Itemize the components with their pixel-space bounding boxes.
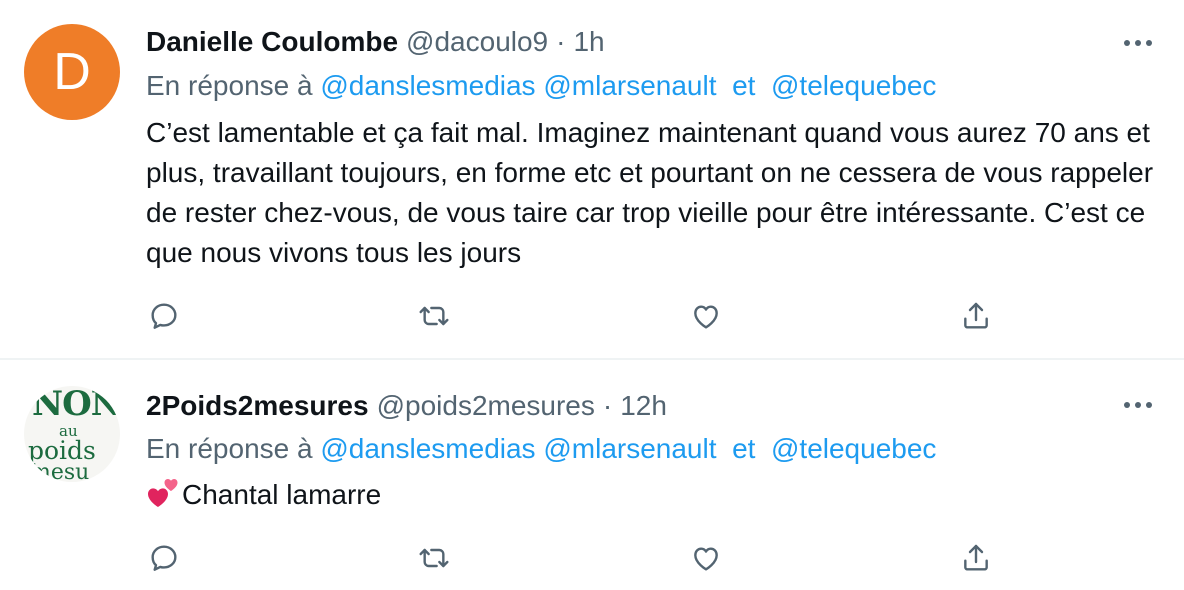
tweet-header: 2Poids2mesures @poids2mesures · 12h [146, 390, 667, 422]
reply-prefix: En réponse à [146, 433, 313, 464]
mention-link[interactable]: @danslesmedias [320, 433, 535, 464]
share-button[interactable] [956, 538, 996, 578]
more-options-button[interactable] [1118, 28, 1158, 58]
tweet-header: Danielle Coulombe @dacoulo9 · 1h [146, 26, 605, 58]
retweet-button[interactable] [414, 538, 454, 578]
like-icon [694, 305, 718, 329]
separator-dot: · [556, 26, 566, 57]
reply-button[interactable] [144, 296, 184, 336]
reply-icon [151, 545, 177, 571]
reply-button[interactable] [144, 538, 184, 578]
like-button[interactable] [686, 538, 726, 578]
tweet-text-wrapper: Chantal lamarre [146, 475, 1156, 515]
more-horizontal-icon [1124, 40, 1152, 46]
two-hearts-icon [148, 479, 178, 507]
author-name[interactable]: Danielle Coulombe [146, 26, 398, 58]
avatar-logo: NON au poids mesu [28, 386, 120, 482]
tweet-text: C’est lamentable et ça fait mal. Imagine… [146, 117, 1154, 268]
timestamp[interactable]: 1h [573, 26, 604, 58]
mention-joiner: et [732, 433, 756, 464]
mention-link[interactable]: @mlarsenault [543, 433, 716, 464]
avatar[interactable]: D [24, 24, 120, 120]
share-icon [964, 302, 988, 329]
mention-link[interactable]: @danslesmedias [320, 70, 535, 101]
separator-dot: · [602, 390, 613, 421]
reply-context: En réponse à @danslesmedias @mlarsenault… [146, 433, 936, 465]
reply-prefix: En réponse à [146, 70, 313, 101]
more-horizontal-icon [1124, 402, 1152, 408]
retweet-button[interactable] [414, 296, 454, 336]
share-icon [964, 544, 988, 571]
reply-context: En réponse à @danslesmedias @mlarsenault… [146, 70, 936, 102]
mention-link[interactable]: @mlarsenault [543, 70, 716, 101]
tweet[interactable]: NON au poids mesu 2Poids2mesures @poids2… [0, 360, 1184, 590]
mention-link[interactable]: @telequebec [771, 433, 936, 464]
more-options-button[interactable] [1118, 390, 1158, 420]
reply-icon [151, 303, 177, 329]
tweet-text: Chantal lamarre [182, 479, 382, 510]
retweet-icon [419, 306, 449, 326]
tweet[interactable]: D Danielle Coulombe @dacoulo9 · 1h En ré… [0, 0, 1184, 360]
author-handle[interactable]: @dacoulo9 [406, 26, 548, 58]
share-button[interactable] [956, 296, 996, 336]
mention-link[interactable]: @telequebec [771, 70, 936, 101]
timestamp[interactable]: 12h [620, 390, 667, 422]
author-name[interactable]: 2Poids2mesures [146, 390, 369, 422]
author-handle[interactable]: @poids2mesures [377, 390, 595, 422]
like-button[interactable] [686, 296, 726, 336]
avatar-initial: D [53, 43, 91, 101]
avatar[interactable]: NON au poids mesu [24, 386, 120, 482]
like-icon [694, 547, 718, 571]
retweet-icon [419, 548, 449, 568]
mention-joiner: et [732, 70, 756, 101]
